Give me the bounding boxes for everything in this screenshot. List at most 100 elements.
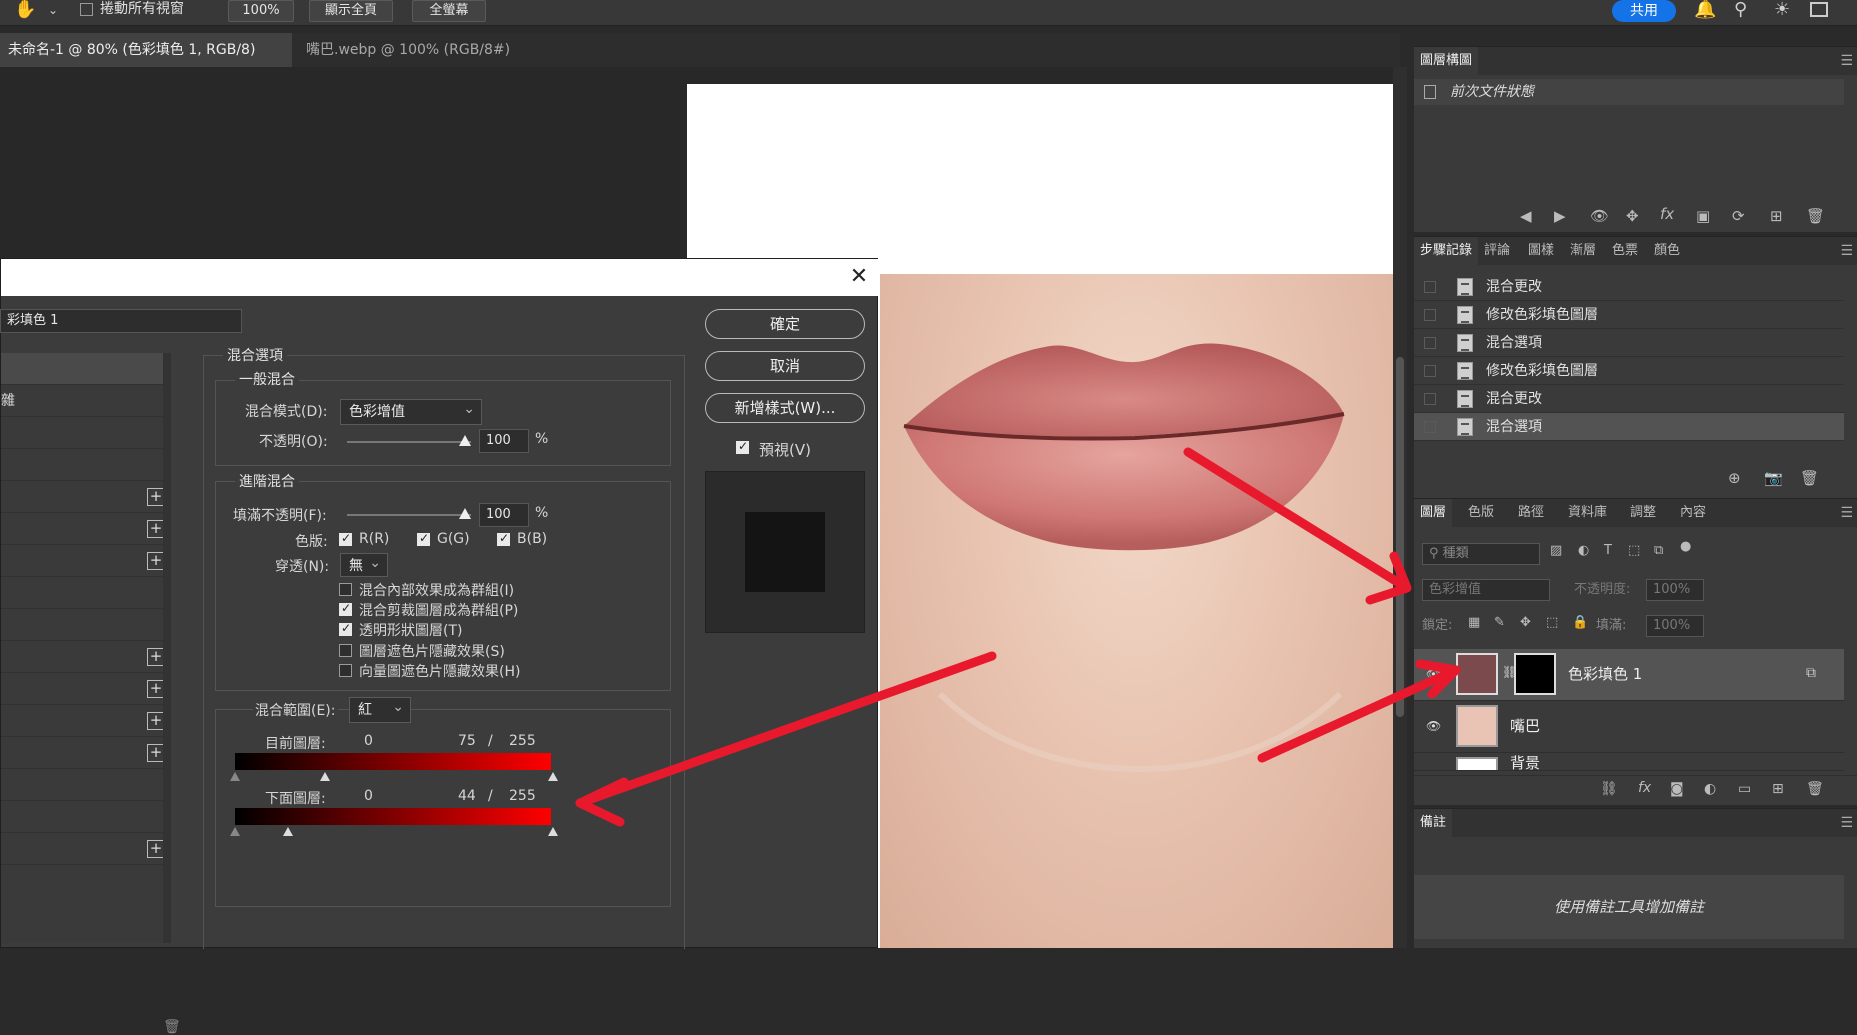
scroll-thumb[interactable] [1396, 357, 1404, 717]
history-item[interactable]: 混合更改 [1414, 385, 1844, 413]
layer-name[interactable]: 色彩填色 1 [1568, 649, 1642, 699]
history-item[interactable]: 修改色彩填色圖層 [1414, 357, 1844, 385]
this-layer-ramp[interactable] [235, 753, 551, 770]
style-item[interactable]: + [1, 673, 171, 705]
transparency-shapes-checkbox[interactable] [339, 621, 352, 636]
ok-button[interactable]: 確定 [705, 309, 865, 339]
history-item[interactable]: 修改色彩填色圖層 [1414, 301, 1844, 329]
channel-r-checkbox[interactable] [339, 531, 352, 546]
layer-name[interactable]: 背景 [1510, 753, 1540, 770]
trash-icon[interactable]: 🗑 [163, 1019, 181, 1035]
tab-channels[interactable]: 色版 [1462, 499, 1500, 527]
dialog-title-bar[interactable] [1, 259, 879, 296]
style-item[interactable]: + [1, 513, 171, 545]
style-item[interactable] [1, 577, 171, 609]
fx-icon[interactable]: fx [1638, 780, 1651, 796]
trash-icon[interactable]: 🗑 [1806, 207, 1825, 225]
style-item-selected[interactable] [1, 353, 171, 385]
menu-icon[interactable]: ☰ [1840, 243, 1853, 259]
hand-icon[interactable]: ✋ [14, 0, 36, 20]
styles-list-scrollbar[interactable] [163, 353, 171, 943]
prev-icon[interactable]: ◀ [1520, 207, 1532, 225]
style-name-field[interactable]: 彩填色 1 [0, 309, 242, 333]
style-item[interactable] [1, 609, 171, 641]
tab-swatches[interactable]: 色票 [1606, 237, 1644, 265]
history-checkbox[interactable] [1424, 421, 1436, 433]
style-item[interactable]: + [1, 481, 171, 513]
tab-adjustments[interactable]: 調整 [1624, 499, 1662, 527]
next-icon[interactable]: ▶ [1554, 207, 1566, 225]
tab-color[interactable]: 顏色 [1648, 237, 1686, 265]
lock-artboard-icon[interactable]: ⬚ [1546, 615, 1558, 630]
tab-untitled[interactable]: 未命名-1 @ 80% (色彩填色 1, RGB/8) *× [0, 33, 292, 92]
this-layer-white-handle[interactable] [548, 772, 558, 781]
history-checkbox[interactable] [1424, 393, 1436, 405]
smart-object-filter-icon[interactable]: ⧉ [1654, 543, 1663, 558]
tab-history[interactable]: 步驟記錄 [1414, 237, 1479, 265]
bell-icon[interactable]: 🔔 [1694, 0, 1716, 20]
tab-properties[interactable]: 內容 [1674, 499, 1712, 527]
vector-mask-hides-checkbox[interactable] [339, 664, 352, 677]
menu-icon[interactable]: ☰ [1840, 505, 1853, 521]
knockout-select[interactable]: 無 [340, 551, 388, 577]
tab-layers[interactable]: 圖層 [1414, 499, 1453, 527]
tab-mouth[interactable]: 嘴巴.webp @ 100% (RGB/8#) *× [298, 33, 530, 92]
zoom-field[interactable]: 100% [228, 0, 294, 22]
shape-filter-icon[interactable]: ⬚ [1628, 543, 1640, 558]
fill-opacity-slider[interactable] [347, 514, 471, 516]
this-layer-black-handle[interactable] [230, 772, 240, 781]
tab-notes[interactable]: 備註 [1414, 809, 1453, 837]
history-checkbox[interactable] [1424, 281, 1436, 293]
layer-filter[interactable]: ⚲ 種類 [1422, 543, 1540, 565]
tab-layer-comps[interactable]: 圖層構圖 [1414, 47, 1479, 75]
style-item[interactable] [1, 769, 171, 801]
new-icon[interactable]: ⊞ [1770, 207, 1783, 225]
underlying-split-handle[interactable] [283, 827, 293, 836]
blend-mode-select[interactable]: 色彩增值 [1422, 579, 1550, 601]
underlying-white-handle[interactable] [548, 827, 558, 836]
pixel-filter-icon[interactable]: ▨ [1550, 543, 1562, 558]
workspace-icon[interactable] [1810, 2, 1828, 17]
style-item[interactable] [1, 449, 171, 481]
trash-icon[interactable]: 🗑 [1800, 469, 1819, 487]
eye-icon[interactable]: 👁 [1426, 667, 1441, 681]
new-doc-from-state-icon[interactable]: ⊕ [1728, 469, 1741, 487]
blend-if-select[interactable]: 紅 [349, 695, 411, 723]
fit-screen-button[interactable]: 顯示全頁 [309, 0, 393, 22]
tab-gradients[interactable]: 漸層 [1564, 237, 1602, 265]
style-item[interactable]: + [1, 833, 171, 865]
full-screen-button[interactable]: 全螢幕 [412, 0, 486, 22]
opacity-field[interactable]: 100 [479, 429, 529, 453]
fill-opacity-field[interactable]: 100 [479, 503, 529, 527]
history-item[interactable]: 混合選項 [1414, 329, 1844, 357]
blend-mode-select[interactable]: 色彩增值 [340, 397, 482, 425]
style-item[interactable] [1, 417, 171, 449]
history-item[interactable]: 混合更改 [1414, 273, 1844, 301]
fx-icon[interactable]: fx [1660, 205, 1674, 223]
link-layers-icon[interactable]: ⛓ [1600, 781, 1618, 797]
canvas-scrollbar[interactable] [1393, 67, 1407, 948]
folder-icon[interactable]: ▭ [1738, 781, 1751, 797]
history-checkbox[interactable] [1424, 337, 1436, 349]
lock-brush-icon[interactable]: ✎ [1494, 615, 1505, 630]
visibility-icon[interactable]: 👁 [1590, 207, 1609, 225]
history-item[interactable]: 混合選項 [1414, 413, 1844, 441]
layer-row-mouth[interactable]: 👁 嘴巴 [1414, 701, 1844, 753]
mask-icon[interactable]: ◙ [1670, 781, 1684, 797]
lock-all-icon[interactable]: 🔒 [1572, 615, 1588, 630]
cancel-button[interactable]: 取消 [705, 351, 865, 381]
menu-icon[interactable]: ☰ [1840, 815, 1853, 831]
history-checkbox[interactable] [1424, 309, 1436, 321]
style-item[interactable]: 雜 [1, 385, 171, 417]
layer-mask-thumbnail[interactable] [1514, 653, 1556, 695]
lock-position-icon[interactable]: ✥ [1520, 615, 1531, 630]
channel-g-checkbox[interactable] [417, 531, 430, 546]
lock-pixels-icon[interactable]: ▦ [1468, 615, 1480, 630]
refresh-icon[interactable]: ⟳ [1732, 207, 1745, 225]
opacity-slider[interactable] [347, 441, 471, 443]
fill-opacity-slider-knob[interactable] [459, 508, 471, 519]
tab-libraries[interactable]: 資料庫 [1562, 499, 1613, 527]
opacity-field[interactable]: 100% [1646, 579, 1704, 601]
scroll-all-checkbox[interactable] [80, 3, 93, 16]
this-layer-split-handle[interactable] [320, 772, 330, 781]
